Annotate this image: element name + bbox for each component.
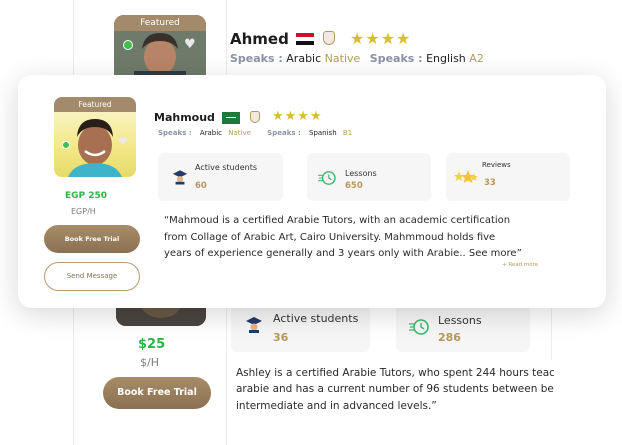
price: EGP 250 [65,191,108,201]
language-level: Native [228,129,251,137]
description-line: arabie and has a current number of 96 st… [236,383,554,396]
tutor-detail-card: Featured ♥ EGP 250 EGP/H Book Free Trial… [18,75,606,308]
description-line: “Mahmoud is a certified Arabie Tutors, w… [164,215,511,226]
price-unit: EGP/H [71,207,96,216]
lessons-stat: Lessons 650 [307,153,431,201]
book-free-trial-button[interactable]: Book Free Trial [44,225,140,253]
stat-value: 650 [345,181,363,191]
languages-row: Speaks : Arabic Native Speaks : English … [230,52,490,65]
verified-shield-icon [250,111,260,123]
featured-badge: Featured [54,97,136,112]
speaks-label: Speaks : [158,129,192,137]
rating-stars: ★★★★ [350,29,412,48]
stat-label: Active students [195,163,258,172]
send-message-button[interactable]: Send Message [44,262,140,291]
tutor-name[interactable]: Ahmed [230,30,289,48]
tutor-description: Ashley is a certified Arabie Tutors, who… [236,365,554,414]
speaks-label: Speaks : [267,129,301,137]
graduate-icon [246,317,262,333]
featured-badge: Featured [114,15,206,31]
stat-value: 286 [438,331,461,344]
clock-icon [409,319,429,335]
favorite-heart-icon[interactable]: ♥ [184,37,196,52]
tutor-name[interactable]: Mahmoud [154,111,215,124]
stat-value: 36 [273,331,289,344]
verified-shield-icon [323,31,335,45]
language: Arabic [199,129,223,137]
stat-label: Active students [273,312,359,325]
divider [551,300,552,360]
favorite-heart-icon[interactable]: ♥ [118,135,128,148]
description-line: from Collage of Arabic Art, Cairo Univer… [164,231,496,243]
clock-icon [318,171,336,185]
language-level: B1 [342,129,353,137]
saudi-flag-icon [222,112,240,124]
stat-value: 60 [195,181,207,191]
online-indicator [123,40,133,50]
tutor-photo[interactable]: Featured ♥ [54,97,136,177]
language-level: Native [324,52,361,65]
language-level: A2 [469,52,484,65]
languages-row: Speaks : Arabic Native Speaks : Spanish … [158,129,358,137]
language: Spanish [309,129,337,137]
speaks-label: Speaks : [230,52,283,65]
egypt-flag-icon [296,33,314,45]
stat-label: Lessons [345,169,377,178]
description-line: Ashley is a certified Arabie Tutors, who… [236,367,554,379]
stat-label: Reviews [482,161,511,169]
tutor-description: “Mahmoud is a certified Arabie Tutors, w… [164,213,522,263]
book-free-trial-button[interactable]: Book Free Trial [103,377,211,409]
price: $25 [138,337,166,352]
rating-stars: ★★★★ [272,109,323,124]
stat-label: Lessons [438,314,482,327]
active-students-stat: Active students 36 [231,302,370,352]
price-unit: $/H [140,356,159,369]
graduate-icon [172,170,188,185]
description-line: years of experience generally and 3 year… [164,248,522,259]
tutor-photo[interactable]: Featured ♥ [114,15,206,77]
online-indicator [62,141,70,149]
read-more-link[interactable]: + Read more [502,262,538,268]
speaks-label: Speaks : [369,52,423,65]
reviews-stat: Reviews 33 [446,153,570,201]
language: Arabic [286,52,322,65]
lessons-stat: Lessons 286 [396,302,530,352]
active-students-stat: Active students 60 [158,153,283,201]
description-line: intermediate and in advanced levels.” [236,399,437,412]
stat-value: 33 [484,178,496,188]
review-stars-icon [454,170,478,183]
language: English [426,52,466,65]
